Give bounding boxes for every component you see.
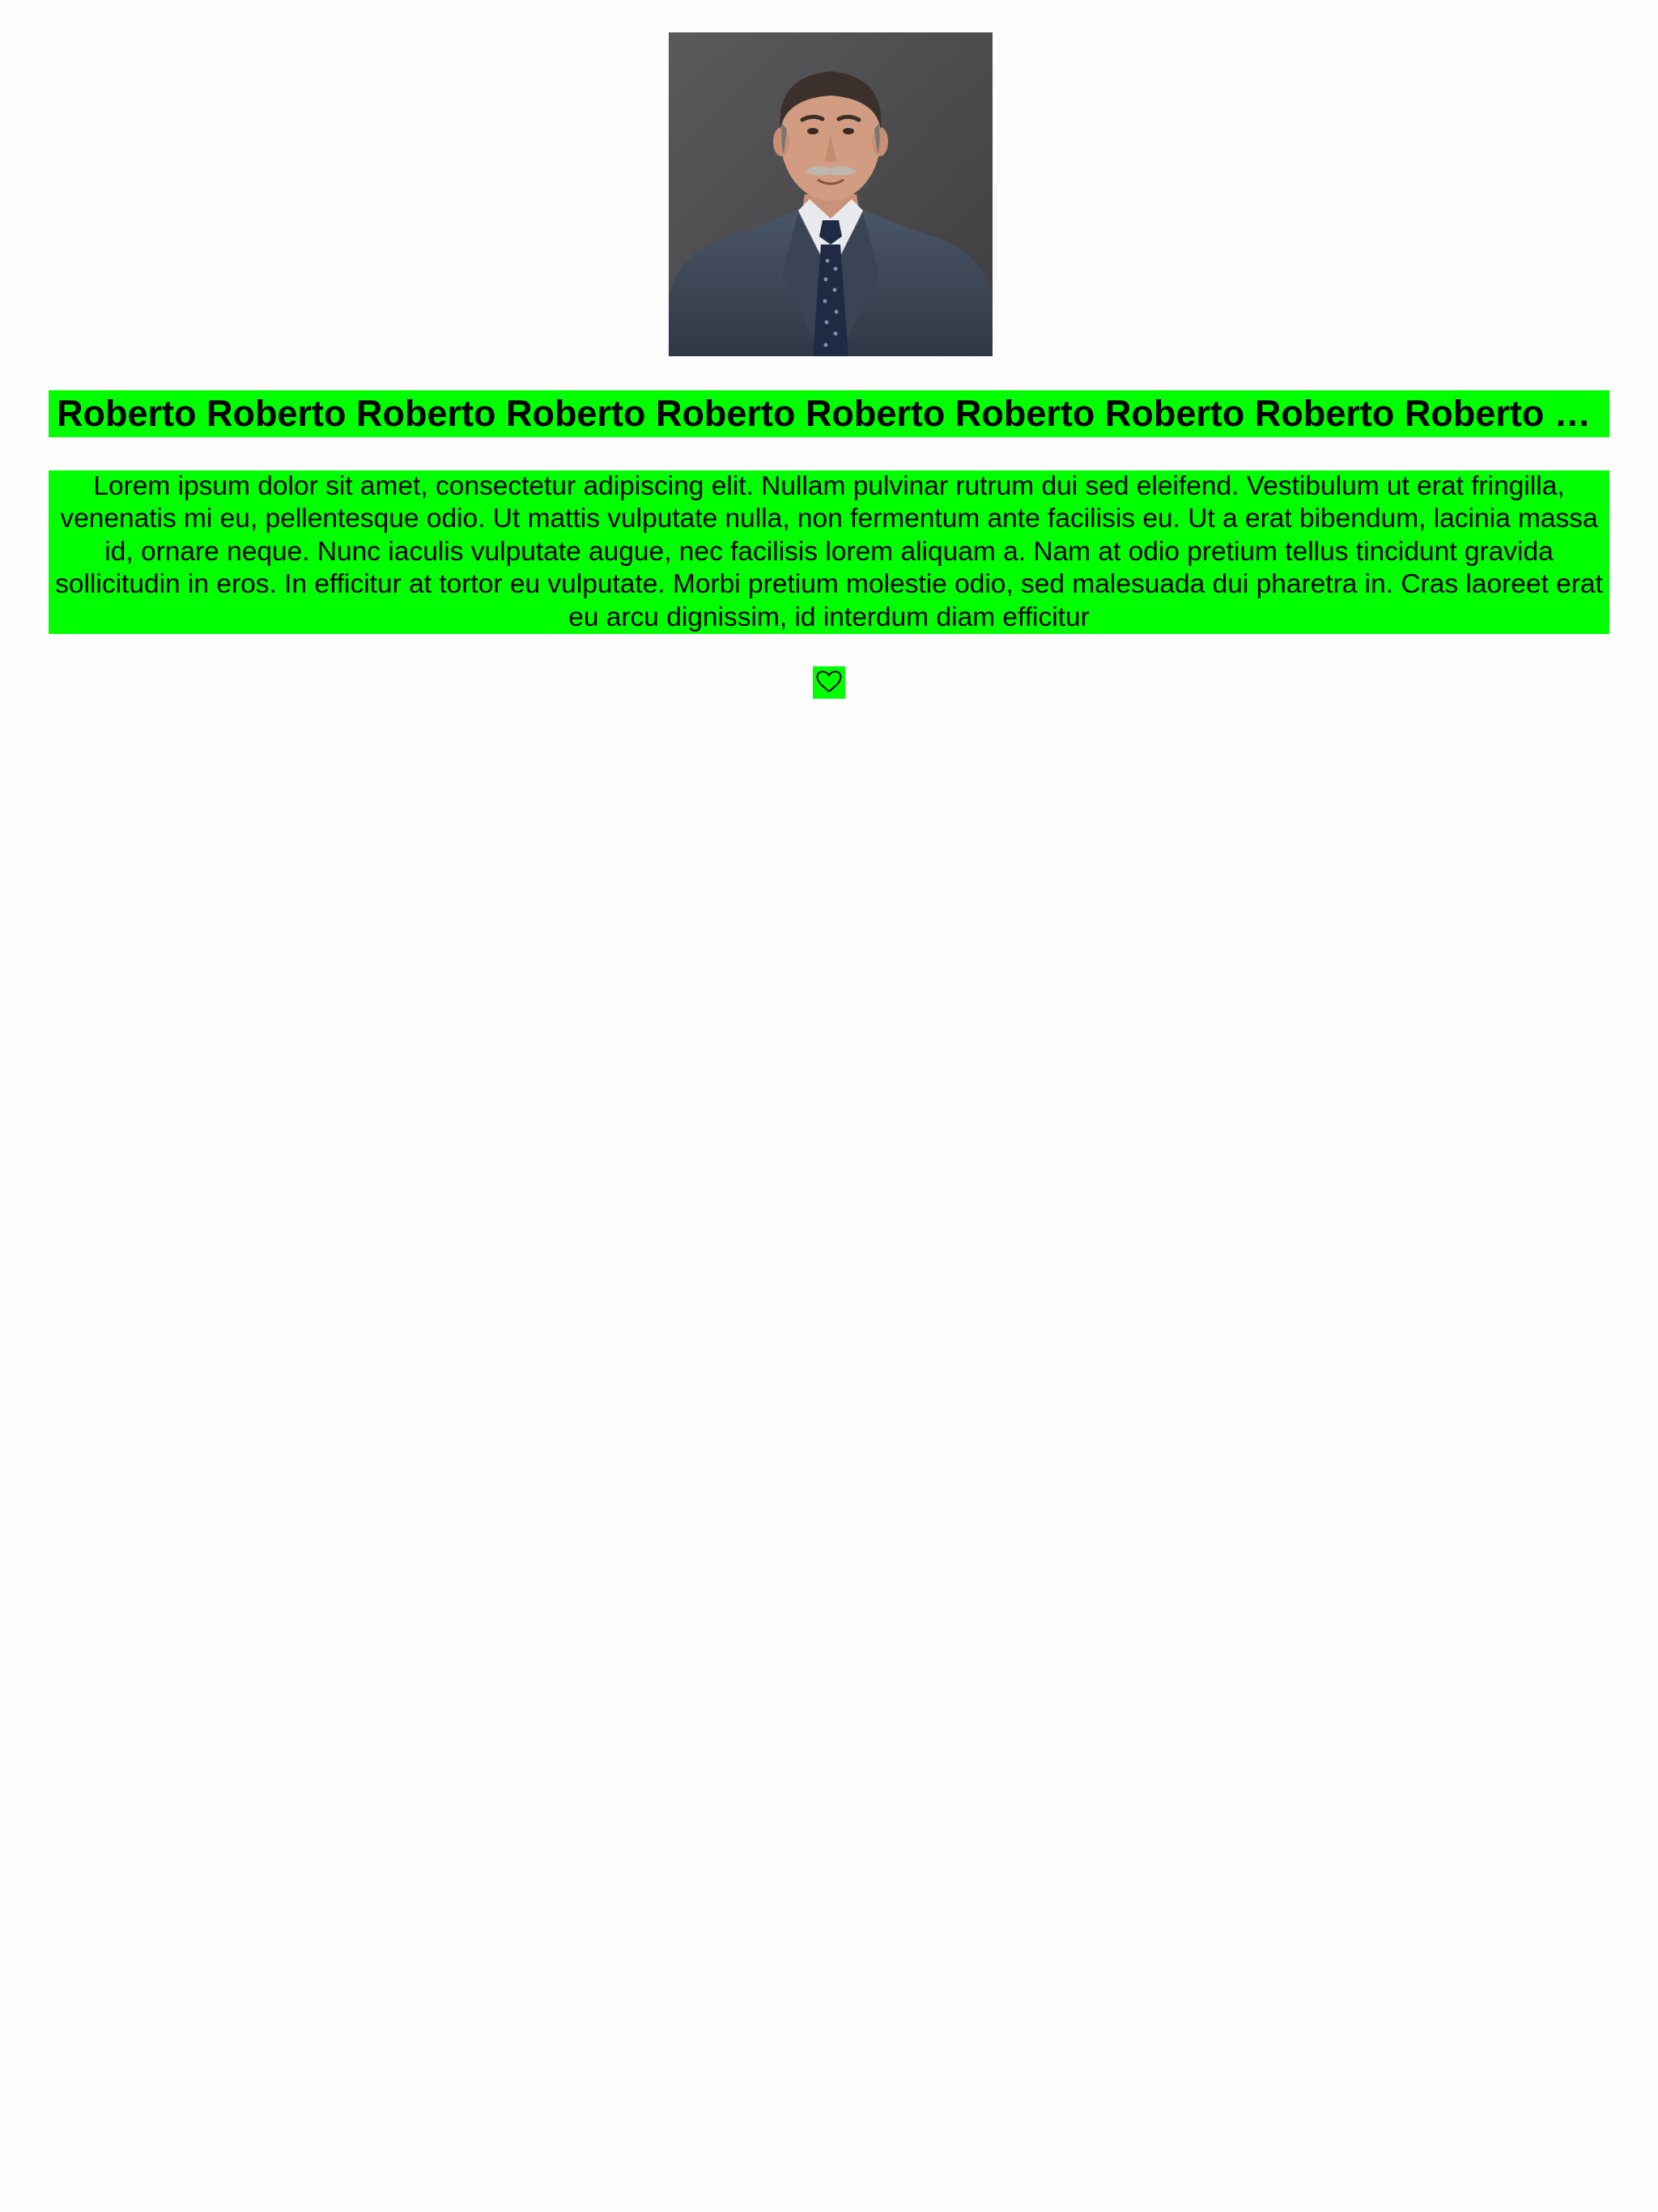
profile-photo [669,32,993,356]
favorite-button[interactable] [813,666,845,699]
heart-outline-icon [815,670,843,696]
profile-description: Lorem ipsum dolor sit amet, consectetur … [49,470,1609,634]
profile-name: Roberto Roberto Roberto Roberto Roberto … [49,390,1609,437]
